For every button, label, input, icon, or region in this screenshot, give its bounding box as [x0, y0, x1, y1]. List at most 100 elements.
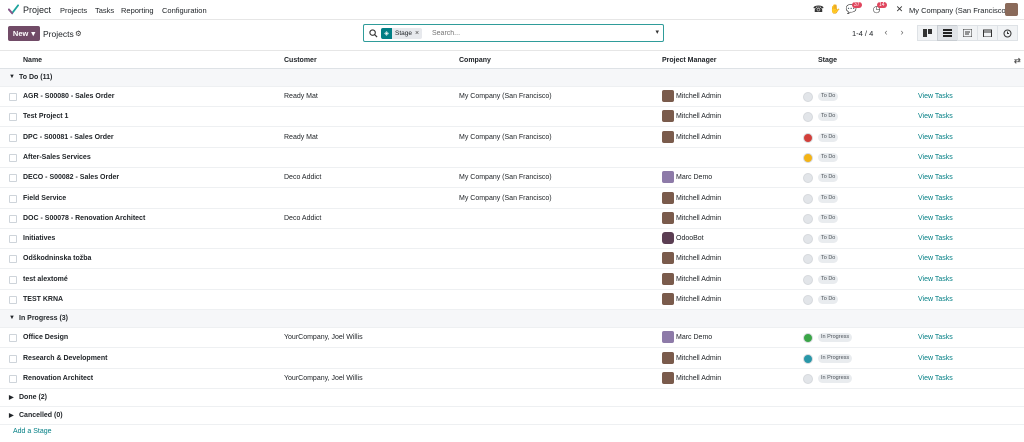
- chevron-down-icon[interactable]: ▾: [655, 28, 659, 36]
- row-checkbox[interactable]: [9, 133, 17, 142]
- table-row[interactable]: Field Service My Company (San Francisco) M…: [0, 189, 1024, 209]
- clock-icon[interactable]: ◷ 14: [871, 2, 887, 15]
- status-dot[interactable]: [803, 373, 813, 384]
- column-name[interactable]: Name: [23, 57, 42, 64]
- view-tasks-link[interactable]: View Tasks: [918, 113, 953, 120]
- table-row[interactable]: DOC - S00078 - Renovation Architect Deco …: [0, 209, 1024, 229]
- list-view-button[interactable]: [937, 25, 958, 41]
- kanban-view-button[interactable]: [917, 25, 938, 41]
- row-checkbox[interactable]: [9, 153, 17, 162]
- app-title[interactable]: Project: [23, 5, 51, 15]
- status-dot[interactable]: [803, 132, 813, 143]
- project-name[interactable]: DECO - S00082 - Sales Order: [23, 174, 119, 181]
- project-name[interactable]: Research & Development: [23, 355, 107, 362]
- pager-value[interactable]: 1-4 / 4: [852, 29, 873, 38]
- project-name[interactable]: After-Sales Services: [23, 154, 91, 161]
- project-name[interactable]: Odškodninska tožba: [23, 255, 91, 262]
- status-dot[interactable]: [803, 274, 813, 285]
- row-checkbox[interactable]: [9, 194, 17, 203]
- new-button[interactable]: New ▾: [8, 26, 40, 41]
- chevron-left-icon[interactable]: ‹: [881, 27, 891, 39]
- row-checkbox[interactable]: [9, 334, 17, 343]
- form-view-button[interactable]: [957, 25, 978, 41]
- group-header[interactable]: ▼ In Progress (3): [0, 310, 1024, 329]
- table-row[interactable]: test alextomé Mitchell Admin To Do View Tas…: [0, 270, 1024, 290]
- menu-reporting[interactable]: Reporting: [121, 6, 154, 15]
- table-row[interactable]: Initiatives OdooBot To Do View Tasks: [0, 229, 1024, 250]
- row-checkbox[interactable]: [9, 113, 17, 122]
- activity-view-button[interactable]: [997, 25, 1018, 41]
- status-dot[interactable]: [803, 92, 813, 102]
- column-stage[interactable]: Stage: [818, 57, 837, 64]
- chat-icon[interactable]: 💬 37: [846, 2, 862, 15]
- menu-tasks[interactable]: Tasks: [95, 6, 114, 15]
- group-header[interactable]: ▶ Done (2): [0, 389, 1024, 408]
- row-checkbox[interactable]: [9, 354, 17, 363]
- view-tasks-link[interactable]: View Tasks: [918, 154, 953, 161]
- status-dot[interactable]: [803, 112, 813, 123]
- status-dot[interactable]: [803, 353, 813, 364]
- status-dot[interactable]: [803, 333, 813, 344]
- row-checkbox[interactable]: [9, 296, 17, 304]
- status-dot[interactable]: [803, 213, 813, 224]
- table-row[interactable]: Office Design YourCompany, Joel Willis Mar…: [0, 328, 1024, 349]
- view-tasks-link[interactable]: View Tasks: [918, 375, 953, 382]
- table-row[interactable]: After-Sales Services To Do View Tasks: [0, 148, 1024, 168]
- status-dot[interactable]: [803, 173, 813, 184]
- status-dot[interactable]: [803, 254, 813, 265]
- row-checkbox[interactable]: [9, 174, 17, 183]
- row-checkbox[interactable]: [9, 275, 17, 284]
- group-header[interactable]: ▶ Cancelled (0): [0, 407, 1024, 426]
- row-checkbox[interactable]: [9, 235, 17, 244]
- table-row[interactable]: DPC - S00081 - Sales Order Ready Mat My Co…: [0, 128, 1024, 148]
- view-tasks-link[interactable]: View Tasks: [918, 255, 953, 262]
- project-name[interactable]: Test Project 1: [23, 113, 68, 120]
- search-input[interactable]: [432, 28, 632, 39]
- table-row[interactable]: Odškodninska tožba Mitchell Admin To Do Vie…: [0, 249, 1024, 270]
- search-bar[interactable]: ◈ Stage × ▾: [363, 24, 664, 42]
- column-company[interactable]: Company: [459, 57, 491, 64]
- project-name[interactable]: Office Design: [23, 334, 68, 341]
- table-row[interactable]: TEST KRNA Mitchell Admin To Do View Tasks: [0, 290, 1024, 310]
- gear-icon[interactable]: ⚙: [75, 29, 82, 38]
- view-tasks-link[interactable]: View Tasks: [918, 195, 953, 202]
- status-dot[interactable]: [803, 193, 813, 204]
- hand-wave-icon[interactable]: ✋: [830, 4, 841, 15]
- project-name[interactable]: AGR - S00080 - Sales Order: [23, 93, 114, 100]
- view-tasks-link[interactable]: View Tasks: [918, 174, 953, 181]
- project-name[interactable]: test alextomé: [23, 276, 68, 283]
- project-name[interactable]: Renovation Architect: [23, 375, 93, 382]
- table-row[interactable]: DECO - S00082 - Sales Order Deco Addict My…: [0, 168, 1024, 189]
- project-name[interactable]: TEST KRNA: [23, 296, 63, 303]
- status-dot[interactable]: [803, 152, 813, 163]
- table-row[interactable]: Test Project 1 Mitchell Admin To Do View Ta…: [0, 107, 1024, 128]
- company-switcher[interactable]: My Company (San Francisco): [909, 6, 1008, 15]
- chevron-right-icon[interactable]: ›: [897, 27, 907, 39]
- status-dot[interactable]: [803, 295, 813, 305]
- optional-columns-icon[interactable]: ⇄: [1014, 56, 1021, 65]
- row-checkbox[interactable]: [9, 93, 17, 101]
- project-name[interactable]: DOC - S00078 - Renovation Architect: [23, 215, 145, 222]
- add-stage-link[interactable]: Add a Stage: [13, 428, 52, 435]
- view-tasks-link[interactable]: View Tasks: [918, 334, 953, 341]
- tools-icon[interactable]: ✕: [894, 4, 905, 15]
- column-project-manager[interactable]: Project Manager: [662, 57, 716, 64]
- table-row[interactable]: AGR - S00080 - Sales Order Ready Mat My Co…: [0, 87, 1024, 107]
- project-app-icon[interactable]: [8, 4, 19, 15]
- view-tasks-link[interactable]: View Tasks: [918, 93, 953, 100]
- close-icon[interactable]: ×: [415, 30, 422, 37]
- project-name[interactable]: DPC - S00081 - Sales Order: [23, 134, 114, 141]
- row-checkbox[interactable]: [9, 214, 17, 223]
- user-avatar[interactable]: [1005, 3, 1018, 16]
- view-tasks-link[interactable]: View Tasks: [918, 276, 953, 283]
- view-tasks-link[interactable]: View Tasks: [918, 296, 953, 303]
- status-dot[interactable]: [803, 234, 813, 245]
- view-tasks-link[interactable]: View Tasks: [918, 355, 953, 362]
- table-row[interactable]: Research & Development Mitchell Admin In P…: [0, 349, 1024, 369]
- project-name[interactable]: Field Service: [23, 195, 66, 202]
- project-name[interactable]: Initiatives: [23, 235, 55, 242]
- menu-projects[interactable]: Projects: [60, 6, 87, 15]
- column-customer[interactable]: Customer: [284, 57, 317, 64]
- stage-facet[interactable]: ◈ Stage ×: [381, 28, 423, 39]
- group-header[interactable]: ▼ To Do (11): [0, 69, 1024, 87]
